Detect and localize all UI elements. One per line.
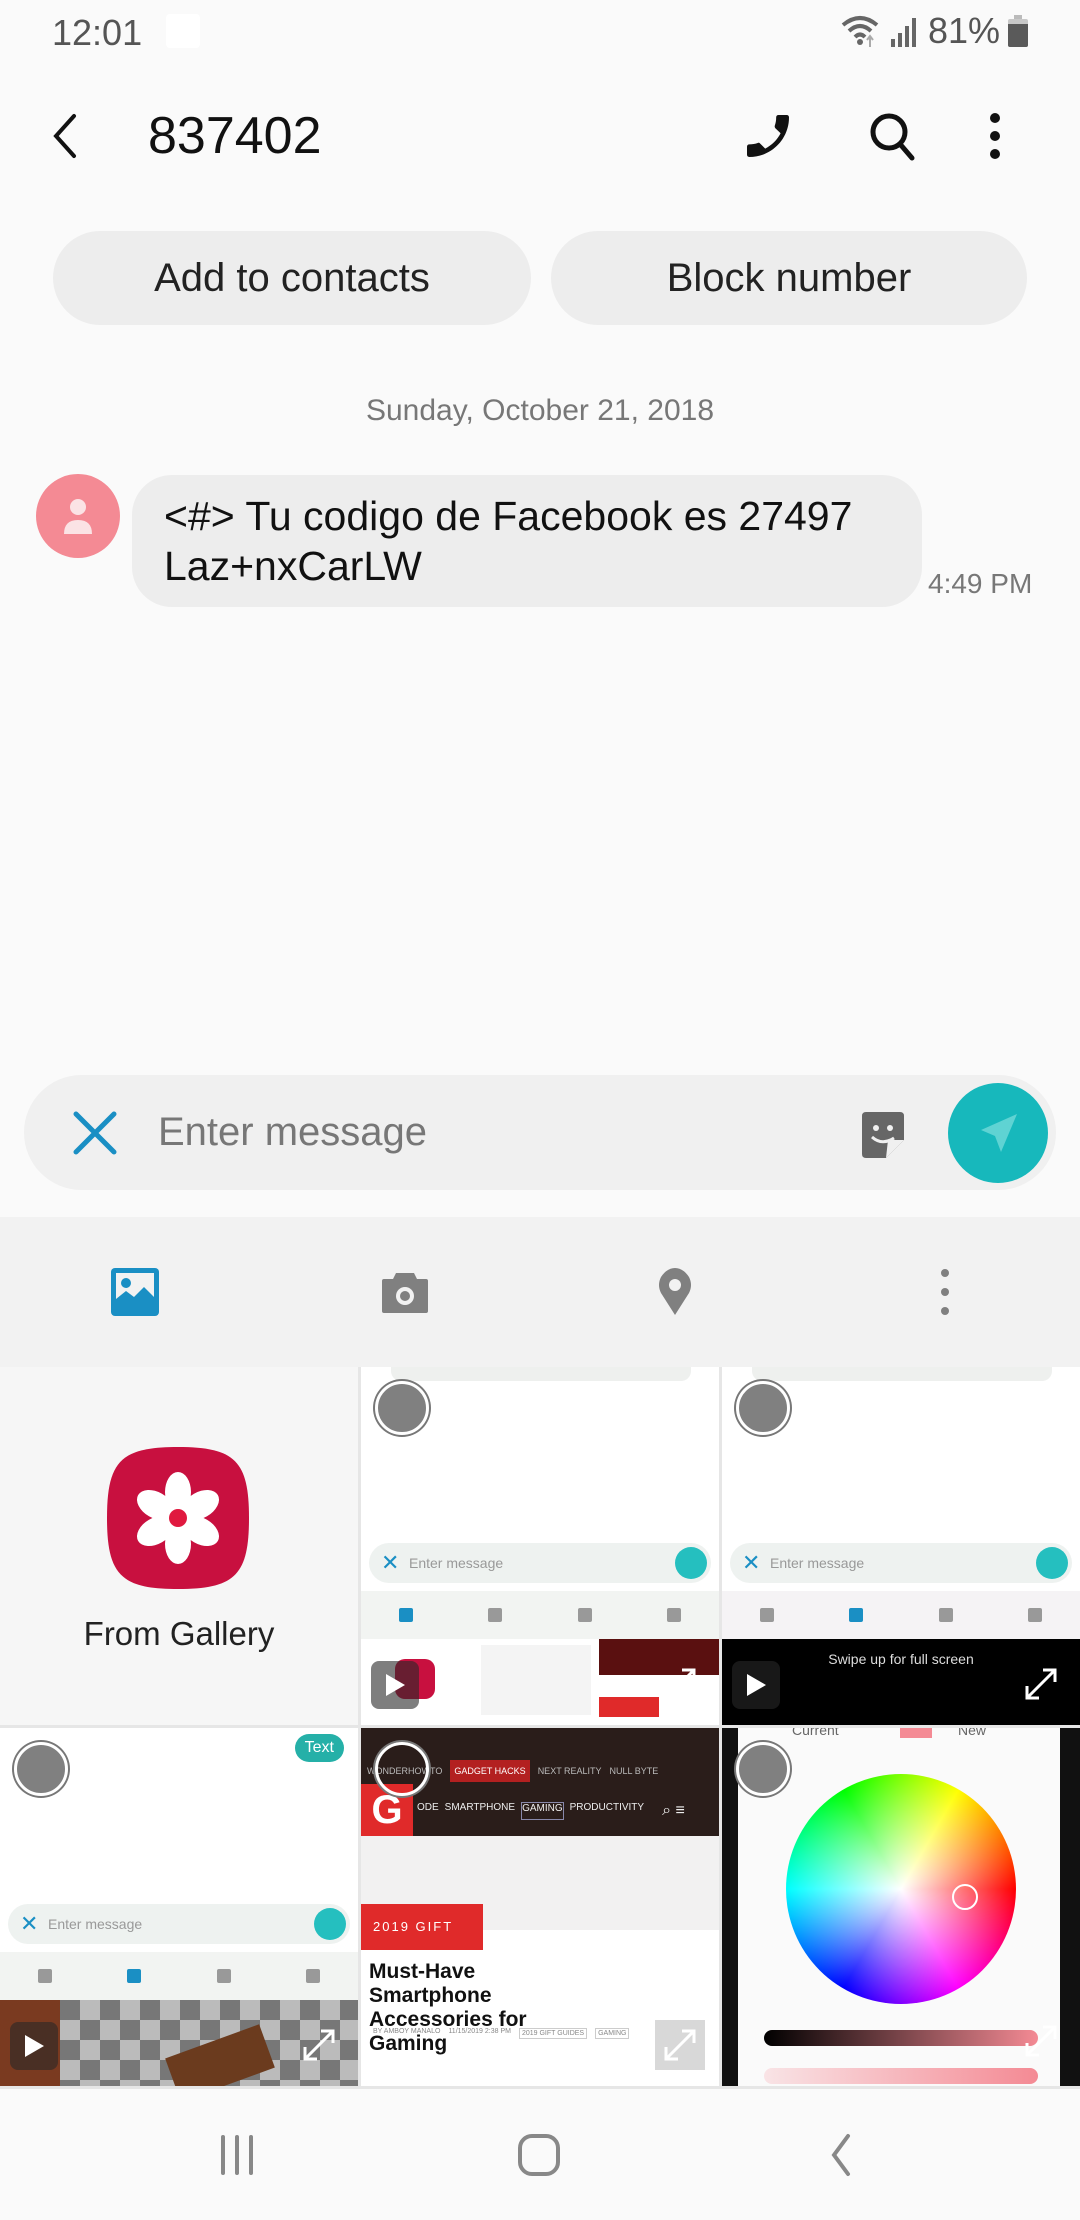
tab-gallery[interactable] — [0, 1217, 270, 1367]
app-header: 837402 — [0, 64, 1080, 214]
notification-icon — [166, 14, 200, 48]
expand-icon — [1025, 2025, 1057, 2057]
gallery-app-icon — [107, 1447, 249, 1589]
battery-icon — [1008, 15, 1028, 47]
media-tile-video[interactable]: Current New — [722, 1728, 1080, 2086]
select-checkbox[interactable] — [375, 1381, 429, 1435]
search-icon — [870, 113, 915, 161]
call-button[interactable] — [740, 108, 796, 164]
home-button[interactable] — [499, 2120, 579, 2190]
nav-back-button[interactable] — [801, 2120, 881, 2190]
expand-icon — [303, 2029, 335, 2061]
date-separator: Sunday, October 21, 2018 — [365, 394, 715, 427]
attachment-toolbar — [0, 1217, 1080, 1367]
select-checkbox[interactable] — [375, 1742, 429, 1796]
expand-button[interactable] — [655, 2020, 705, 2070]
select-checkbox[interactable] — [14, 1742, 68, 1796]
more-options-button[interactable] — [980, 108, 1010, 164]
expand-icon — [1025, 1668, 1057, 1700]
thumbnail-composer: ✕ Enter message — [730, 1543, 1072, 1583]
media-tile-video[interactable]: WONDERHOWTO GADGET HACKS NEXT REALITY NU… — [361, 1728, 719, 2086]
play-button[interactable] — [10, 2022, 58, 2070]
home-icon — [518, 2134, 560, 2176]
image-icon — [111, 1268, 159, 1316]
media-tile-video[interactable]: ✕ Enter message Swipe up for full screen — [722, 1367, 1080, 1725]
play-icon — [386, 1674, 405, 1696]
play-icon — [747, 1674, 766, 1696]
send-button[interactable] — [948, 1083, 1048, 1183]
brightness-slider[interactable] — [764, 2030, 1038, 2046]
status-icons: 81% — [840, 10, 1028, 52]
from-gallery-label: From Gallery — [83, 1615, 275, 1652]
expand-button[interactable] — [655, 1659, 705, 1709]
article-headline: Must-Have Smartphone Accessories for Gam… — [369, 1960, 527, 2055]
tab-more[interactable] — [810, 1217, 1080, 1367]
opacity-slider[interactable] — [764, 2068, 1038, 2084]
expand-button[interactable] — [1016, 2016, 1066, 2066]
search-button[interactable] — [864, 108, 920, 164]
tab-camera[interactable] — [270, 1217, 540, 1367]
thumbnail-composer: ✕ Enter message — [8, 1904, 350, 1944]
system-nav-bar — [0, 2090, 1080, 2220]
person-icon — [64, 499, 92, 534]
color-wheel[interactable] — [786, 1774, 1016, 2004]
text-badge: Text — [294, 1734, 344, 1762]
camera-icon — [382, 1273, 428, 1313]
site-nav-link: GADGET HACKS — [450, 1760, 530, 1782]
recents-icon — [221, 2135, 253, 2175]
conversation-title: 837402 — [148, 107, 322, 165]
site-nav-link: NULL BYTE — [609, 1766, 659, 1776]
sticker-button[interactable] — [858, 1110, 908, 1160]
location-pin-icon — [659, 1268, 691, 1315]
signal-icon — [890, 18, 916, 47]
sticker-icon — [862, 1112, 904, 1158]
play-icon — [25, 2035, 44, 2057]
message-text-line: Laz+nxCarLW — [164, 543, 422, 589]
color-wheel-handle[interactable] — [952, 1884, 978, 1910]
back-icon — [831, 2134, 850, 2176]
thumbnail-composer: ✕ Enter message — [369, 1543, 711, 1583]
block-number-button[interactable]: Block number — [551, 231, 1027, 325]
more-vert-icon — [941, 1269, 949, 1315]
battery-percent: 81% — [927, 10, 1000, 51]
message-bubble[interactable]: <#> Tu codigo de Facebook es 27497 Laz+n… — [132, 475, 922, 607]
select-checkbox[interactable] — [736, 1381, 790, 1435]
expand-icon — [664, 1668, 696, 1700]
expand-button[interactable] — [1016, 1659, 1066, 1709]
close-attachments-button[interactable] — [70, 1108, 120, 1158]
media-grid: From Gallery ✕ Enter message ✕ Enter messa… — [0, 1367, 1080, 2089]
tab-location[interactable] — [540, 1217, 810, 1367]
message-text-line: <#> Tu codigo de Facebook es 27497 — [164, 493, 853, 539]
close-icon — [73, 1111, 117, 1155]
status-bar: 12:01 81% — [0, 0, 1080, 64]
recents-button[interactable] — [197, 2120, 277, 2190]
site-nav-link: NEXT REALITY — [537, 1766, 602, 1776]
select-checkbox[interactable] — [736, 1742, 790, 1796]
wifi-icon — [841, 16, 879, 47]
more-vert-icon — [990, 113, 1000, 159]
media-tile-video[interactable]: Text ✕ Enter message — [0, 1728, 358, 2086]
back-icon — [53, 114, 76, 158]
sender-avatar[interactable] — [36, 474, 120, 558]
message-composer — [24, 1075, 1056, 1190]
phone-icon — [747, 115, 789, 157]
status-time: 12:01 — [52, 12, 143, 53]
add-to-contacts-button[interactable]: Add to contacts — [53, 231, 531, 325]
color-label-current: Current — [792, 1728, 839, 1738]
play-button[interactable] — [371, 1661, 419, 1709]
from-gallery-tile[interactable]: From Gallery — [0, 1367, 358, 1725]
expand-icon — [664, 2029, 696, 2061]
back-button[interactable] — [44, 106, 92, 166]
media-tile-video[interactable]: ✕ Enter message — [361, 1367, 719, 1725]
send-icon — [981, 1114, 1017, 1152]
color-label-new: New — [958, 1728, 987, 1738]
message-input[interactable] — [158, 1099, 858, 1165]
expand-button[interactable] — [294, 2020, 344, 2070]
play-button[interactable] — [732, 1661, 780, 1709]
message-timestamp: 4:49 PM — [928, 568, 1033, 599]
